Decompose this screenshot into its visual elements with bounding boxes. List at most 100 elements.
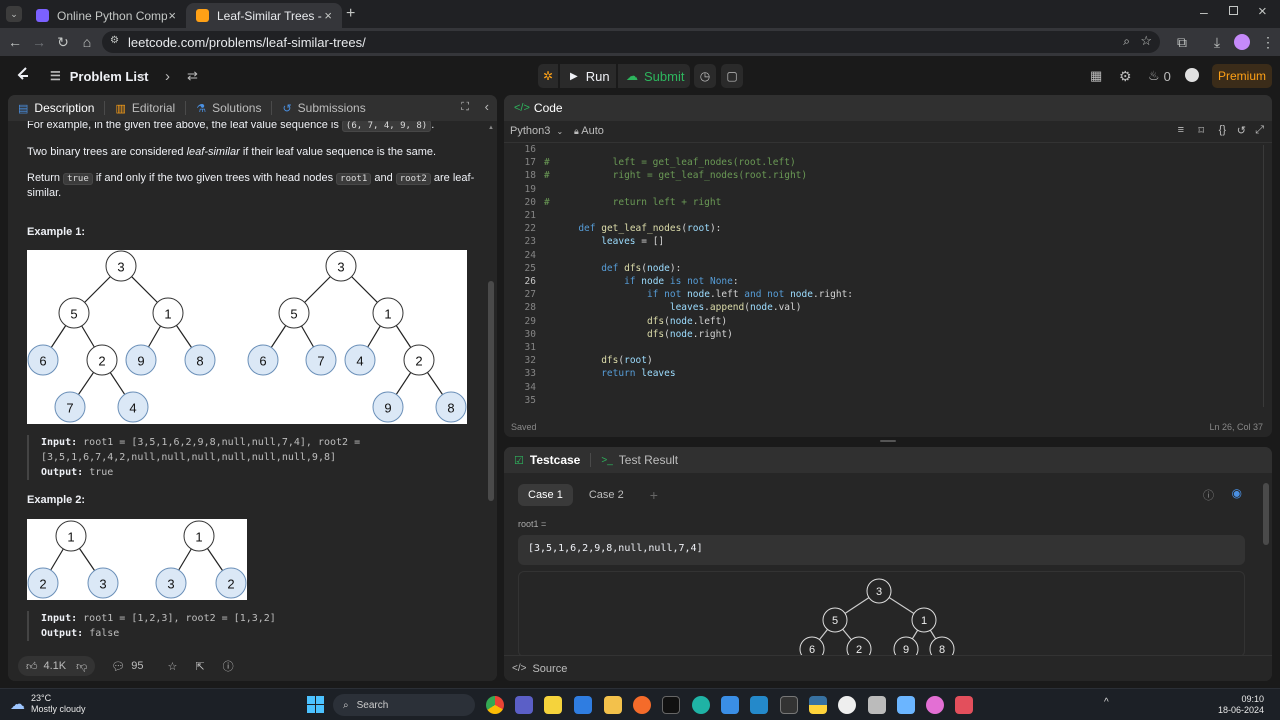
minimize-icon[interactable]: – (1200, 4, 1208, 20)
teams-app-icon[interactable] (515, 696, 533, 714)
chrome-app-icon[interactable] (486, 696, 504, 714)
app-icon[interactable] (955, 696, 973, 714)
tab-testcase[interactable]: ☑ Testcase (504, 447, 590, 473)
code-editor[interactable]: 16 17 # left = get_leaf_nodes(root.left) 18… (504, 143, 1272, 409)
source-bar[interactable]: </> Source (504, 655, 1272, 681)
auto-mode[interactable]: 🔒︎ Auto (574, 125, 604, 137)
format-icon[interactable]: ≡ (1178, 124, 1184, 136)
browser-tab-leetcode[interactable]: Leaf-Similar Trees - LeetCode × (186, 3, 342, 28)
code-line[interactable]: 30 dfs(node.right) (504, 329, 1272, 342)
chrome-menu-icon[interactable]: ⋮ (1260, 34, 1276, 50)
braces-icon[interactable]: {} (1219, 124, 1226, 136)
description-scrollbar[interactable]: ▲ (488, 125, 494, 645)
timer-icon[interactable]: ◷ (694, 64, 716, 88)
code-line[interactable]: 20 # return left + right (504, 197, 1272, 210)
todo-app-icon[interactable] (574, 696, 592, 714)
code-line[interactable]: 28 leaves.append(node.val) (504, 302, 1272, 315)
app-icon[interactable] (838, 696, 856, 714)
zoom-icon[interactable]: ⌕ (1123, 34, 1130, 49)
code-line[interactable]: 18 # right = get_leaf_nodes(root.right) (504, 170, 1272, 183)
app-icon[interactable] (633, 696, 651, 714)
new-tab-button[interactable]: + (346, 5, 355, 23)
close-window-icon[interactable]: × (1258, 3, 1267, 20)
code-line[interactable]: 22 def get_leaf_nodes(root): (504, 223, 1272, 236)
store-icon[interactable] (721, 696, 739, 714)
case-2-tab[interactable]: Case 2 (579, 484, 634, 506)
close-tab-icon[interactable]: × (324, 8, 332, 23)
thumbs-up-icon[interactable]: 👍︎ (26, 660, 38, 673)
editor-scrollbar[interactable] (1263, 145, 1269, 407)
premium-button[interactable]: Premium (1212, 64, 1272, 88)
tab-submissions[interactable]: ↺ Submissions (272, 95, 375, 121)
fullscreen-icon[interactable]: ⤢ (1255, 124, 1264, 137)
code-line[interactable]: 33 return leaves (504, 368, 1272, 381)
comments-button[interactable]: 💬︎ 95 (103, 656, 151, 676)
favorite-star-icon[interactable]: ☆ (168, 660, 178, 673)
vscode-icon[interactable] (750, 696, 768, 714)
app-icon[interactable] (926, 696, 944, 714)
code-line[interactable]: 23 leaves = [] (504, 236, 1272, 249)
code-line[interactable]: 25 def dfs(node): (504, 263, 1272, 276)
tab-test-result[interactable]: >_ Test Result (591, 447, 688, 473)
jetbrains-icon[interactable] (662, 696, 680, 714)
profile-avatar[interactable] (1234, 34, 1250, 50)
tab-solutions[interactable]: ⚗ Solutions (186, 95, 271, 121)
code-line[interactable]: 19 (504, 184, 1272, 197)
extensions-icon[interactable]: ⧉ (1174, 34, 1190, 50)
code-line[interactable]: 24 (504, 250, 1272, 263)
panel-resize-handle[interactable] (880, 440, 896, 442)
thumbs-down-icon[interactable]: 👎︎ (76, 660, 87, 673)
settings-gear-icon[interactable]: ⚙ (1119, 64, 1132, 88)
python-app-icon[interactable] (809, 696, 827, 714)
root1-input[interactable]: [3,5,1,6,2,9,8,null,null,7,4] (518, 535, 1245, 565)
sticky-notes-icon[interactable] (544, 696, 562, 714)
shuffle-icon[interactable]: ⇄ (187, 64, 198, 88)
code-line[interactable]: 34 (504, 382, 1272, 395)
submit-button[interactable]: ☁ Submit (618, 64, 690, 88)
leetcode-logo[interactable] (16, 67, 30, 84)
terminal-app-icon[interactable] (780, 696, 798, 714)
code-line[interactable]: 29 dfs(node.left) (504, 316, 1272, 329)
add-case-button[interactable]: + (640, 484, 668, 506)
url-bar[interactable]: ⚙ leetcode.com/problems/leaf-similar-tre… (102, 31, 1160, 53)
tray-chevron-icon[interactable]: ^ (1104, 697, 1109, 708)
code-line[interactable]: 21 (504, 210, 1272, 223)
home-icon[interactable]: ⌂ (79, 34, 95, 50)
language-select[interactable]: Python3 ⌄ (510, 125, 563, 137)
problem-list-button[interactable]: ☰ Problem List (50, 64, 149, 88)
code-line[interactable]: 26 if node is not None: (504, 276, 1272, 289)
eye-icon[interactable]: ◉ (1232, 486, 1242, 500)
expand-icon[interactable]: ⛶ (461, 101, 469, 114)
code-line[interactable]: 27 if not node.left and not node.right: (504, 289, 1272, 302)
code-line[interactable]: 35 (504, 395, 1272, 408)
next-problem-icon[interactable]: › (165, 64, 170, 88)
prev-problem-icon[interactable]: ‹ (140, 64, 145, 88)
bookmark-icon[interactable]: ⌑ (1198, 124, 1204, 137)
site-info-icon[interactable]: ⚙ (110, 35, 119, 46)
close-tab-icon[interactable]: × (168, 8, 176, 23)
forward-icon[interactable]: → (31, 34, 47, 50)
clock[interactable]: 09:10 18-06-2024 (1218, 694, 1264, 716)
tab-code[interactable]: </> Code (504, 95, 573, 121)
browser-tab-compiler[interactable]: Online Python Compiler - onlin × (26, 3, 186, 28)
tab-description[interactable]: ▤ Description (8, 95, 104, 121)
code-line[interactable]: 16 (504, 144, 1272, 157)
tab-search-button[interactable]: ⌄ (6, 6, 22, 22)
download-icon[interactable]: ⤓ (1209, 34, 1225, 50)
code-line[interactable]: 31 (504, 342, 1272, 355)
scroll-up-arrow[interactable]: ▲ (488, 125, 494, 131)
layout-icon[interactable]: ▦ (1090, 64, 1102, 88)
help-icon[interactable]: ⓘ (223, 658, 234, 674)
reset-icon[interactable]: ↺ (1237, 124, 1246, 137)
database-icon[interactable] (868, 696, 886, 714)
reload-icon[interactable]: ↻ (55, 34, 71, 50)
run-button[interactable]: ▶ Run (560, 64, 616, 88)
edge-icon[interactable] (692, 696, 710, 714)
debug-icon[interactable]: ✲ (538, 64, 558, 88)
photos-icon[interactable] (897, 696, 915, 714)
weather-widget[interactable]: ☁ 23°C Mostly cloudy (10, 693, 86, 715)
scrollbar-thumb[interactable] (488, 281, 494, 501)
testcase-scrollbar[interactable] (1263, 483, 1269, 653)
collapse-icon[interactable]: ‹ (485, 99, 489, 114)
bookmark-star-icon[interactable]: ☆ (1140, 33, 1152, 49)
